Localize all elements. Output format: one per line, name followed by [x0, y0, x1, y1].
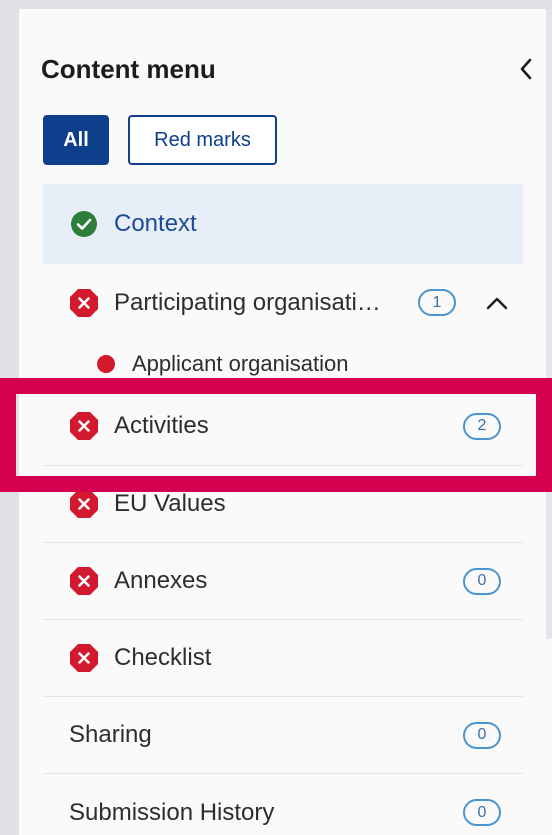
menu-item-sharing[interactable]: Sharing 0	[43, 697, 523, 774]
filter-red-marks-button[interactable]: Red marks	[128, 115, 277, 165]
filter-toggle-group: All Red marks	[43, 115, 277, 165]
error-octagon-icon	[69, 489, 99, 519]
count-badge: 1	[418, 289, 456, 316]
count-badge: 2	[463, 412, 501, 440]
content-menu-panel: Content menu All Red marks Context Parti…	[19, 9, 552, 835]
count-badge: 0	[463, 721, 501, 749]
red-dot-icon	[97, 355, 115, 373]
check-circle-icon	[69, 209, 99, 239]
count-badge: 0	[463, 567, 501, 595]
submenu-item-label: Applicant organisation	[132, 351, 349, 376]
menu-item-eu-values[interactable]: EU Values	[43, 466, 523, 543]
error-octagon-icon	[69, 288, 99, 318]
error-octagon-icon	[69, 643, 99, 673]
menu-item-label: Participating organisati…	[114, 288, 381, 316]
menu-item-checklist[interactable]: Checklist	[43, 620, 523, 697]
content-menu-list: Context Participating organisati… 1 Appl…	[43, 184, 523, 835]
content-menu-header: Content menu	[41, 51, 539, 87]
menu-item-label: Submission History	[69, 798, 275, 826]
menu-item-context[interactable]: Context	[43, 184, 523, 264]
menu-item-activities[interactable]: Activities 2	[43, 387, 523, 466]
menu-item-label: Checklist	[114, 644, 212, 671]
chevron-left-icon[interactable]	[513, 56, 539, 82]
menu-item-annexes[interactable]: Annexes 0	[43, 543, 523, 620]
submenu-item-applicant-organisation[interactable]: Applicant organisation	[43, 341, 523, 387]
error-octagon-icon	[69, 411, 99, 441]
menu-item-label: Context	[114, 210, 197, 237]
menu-item-participating-organisations[interactable]: Participating organisati… 1	[43, 264, 523, 341]
menu-item-label: Annexes	[114, 567, 208, 594]
menu-item-label: Activities	[114, 412, 209, 439]
error-octagon-icon	[69, 566, 99, 596]
page-title: Content menu	[41, 53, 216, 84]
menu-item-submission-history[interactable]: Submission History 0	[43, 774, 523, 835]
filter-all-button[interactable]: All	[43, 115, 109, 165]
scrollbar[interactable]	[546, 9, 552, 639]
count-badge: 0	[463, 799, 501, 826]
menu-item-label: Sharing	[69, 721, 152, 748]
menu-item-label: EU Values	[114, 490, 226, 517]
chevron-up-icon[interactable]	[484, 290, 510, 316]
